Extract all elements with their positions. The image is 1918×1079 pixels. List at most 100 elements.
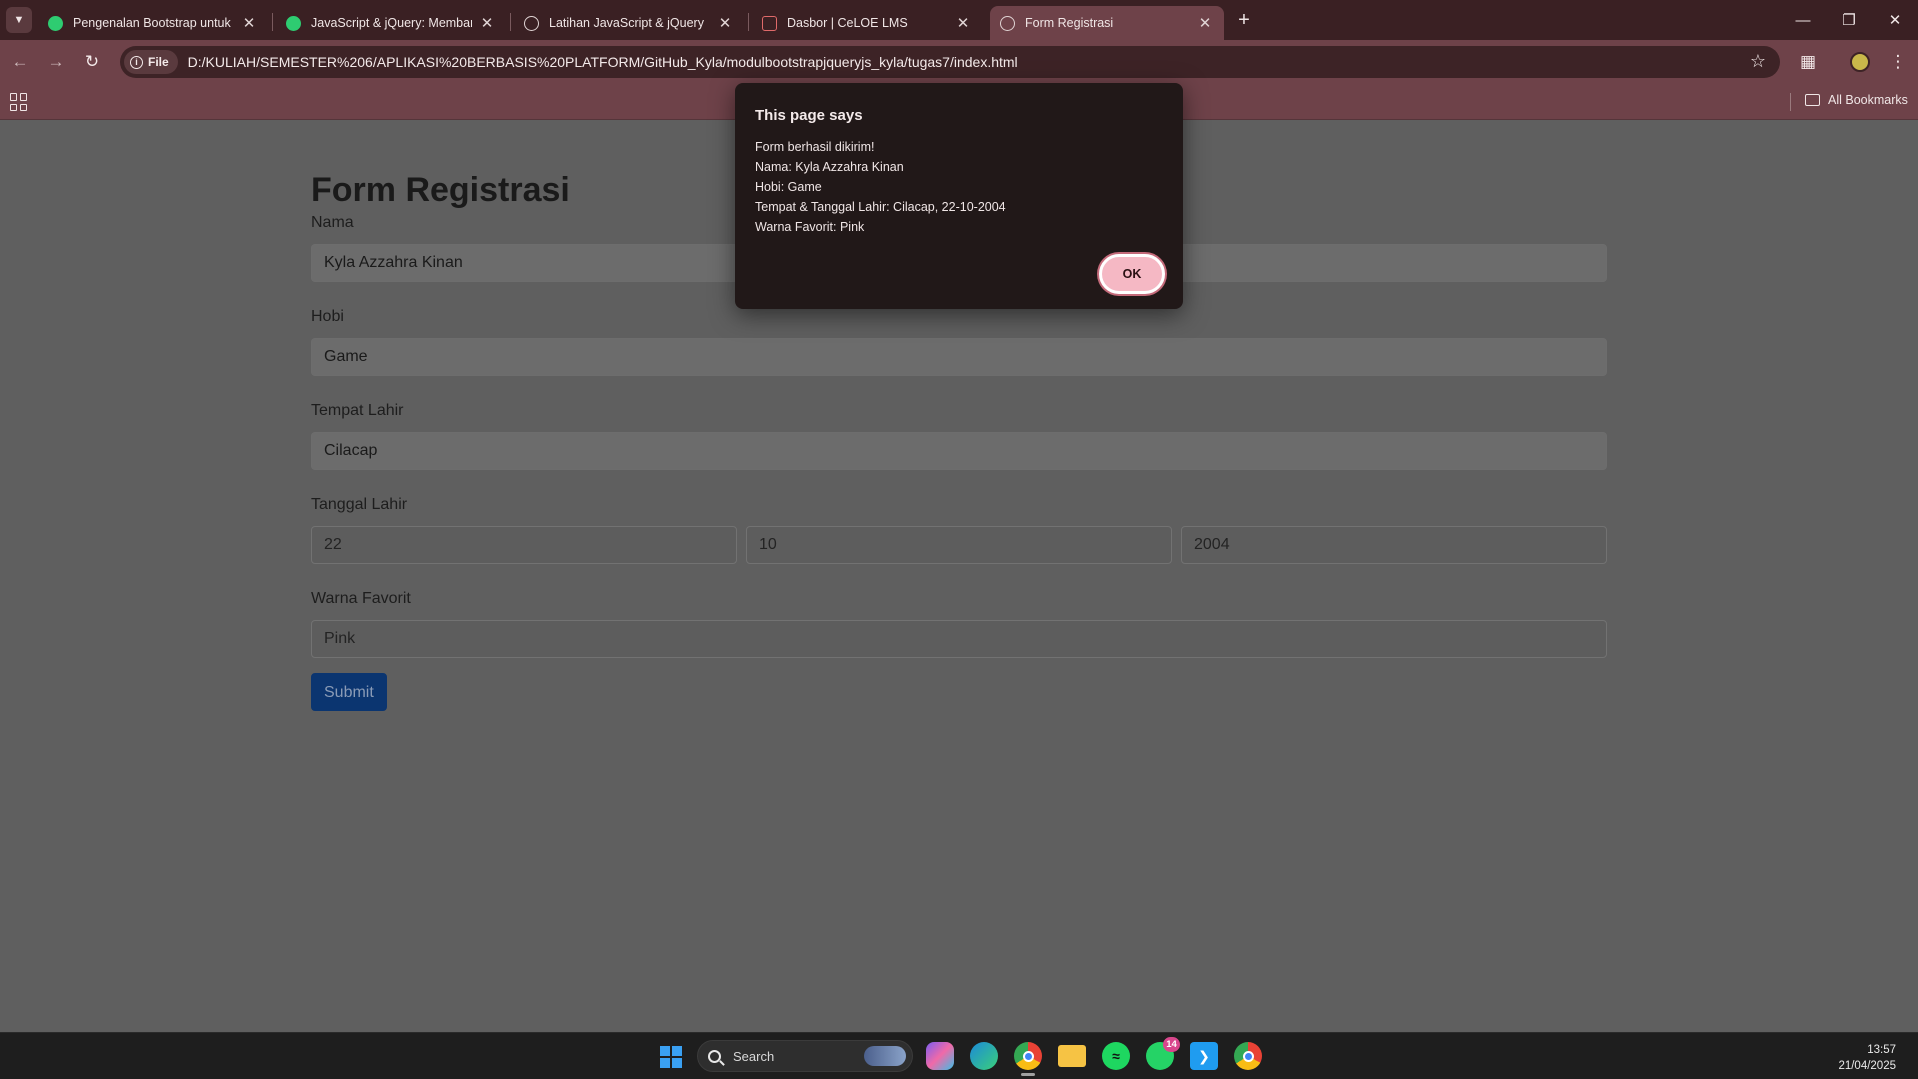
new-tab-button[interactable]: + <box>1232 8 1256 32</box>
alert-line: Nama: Kyla Azzahra Kinan <box>755 160 904 174</box>
tab-search-button[interactable]: ▼ <box>6 7 32 33</box>
spotify-waves-icon: ≈ <box>1112 1048 1120 1064</box>
extensions-button[interactable]: ▦ <box>1794 48 1822 76</box>
windows-taskbar: Search ≈ 14 ❯ 13:57 21/04/2025 <box>0 1032 1918 1079</box>
info-icon: i <box>130 55 143 69</box>
bootstrap-green-icon <box>48 15 63 31</box>
back-button[interactable]: ← <box>6 48 34 76</box>
alert-line: Warna Favorit: Pink <box>755 220 865 234</box>
more-vertical-icon: ⋮ <box>1889 52 1907 71</box>
tab-celoe-lms[interactable]: Dasbor | CeLOE LMS ✕ <box>752 6 982 40</box>
edge-icon[interactable] <box>970 1042 998 1070</box>
warna-favorit-input[interactable]: Pink <box>311 620 1607 658</box>
close-icon[interactable]: ✕ <box>1196 14 1214 32</box>
hobi-group: Hobi Game <box>311 305 1607 376</box>
restore-icon: ❐ <box>1842 12 1856 29</box>
alert-message: Form berhasil dikirim! Nama: Kyla Azzahr… <box>755 137 1006 237</box>
hobi-input[interactable]: Game <box>311 338 1607 376</box>
chrome-center-icon <box>1022 1050 1034 1062</box>
submit-button[interactable]: Submit <box>311 673 387 711</box>
tab-divider <box>748 13 749 31</box>
alert-line: Tempat & Tanggal Lahir: Cilacap, 22-10-2… <box>755 200 1006 214</box>
notification-badge: 14 <box>1163 1037 1180 1052</box>
browser-toolbar: ← → ↻ i File D:/KULIAH/SEMESTER%206/APLI… <box>0 40 1918 84</box>
tab-title: JavaScript & jQuery: Membang <box>311 16 472 30</box>
all-bookmarks-button[interactable]: All Bookmarks <box>1805 93 1908 107</box>
close-icon: ✕ <box>1888 12 1902 29</box>
globe-icon <box>524 15 539 31</box>
tab-title: Latihan JavaScript & jQuery <box>549 16 704 30</box>
menu-button[interactable]: ⋮ <box>1884 48 1912 76</box>
all-bookmarks-label: All Bookmarks <box>1828 93 1908 107</box>
bookmark-star-icon[interactable]: ☆ <box>1750 51 1766 72</box>
file-chip-label: File <box>148 55 169 69</box>
arrow-left-icon: ← <box>11 52 29 71</box>
close-icon[interactable]: ✕ <box>954 14 972 32</box>
close-window-button[interactable]: ✕ <box>1872 0 1918 40</box>
month-input[interactable]: 10 <box>746 526 1172 564</box>
day-input[interactable]: 22 <box>311 526 737 564</box>
spotify-icon[interactable]: ≈ <box>1102 1042 1130 1070</box>
chrome-center-icon <box>1242 1050 1254 1062</box>
chevron-down-icon: ▼ <box>13 14 25 26</box>
arrow-right-icon: → <box>47 52 65 71</box>
alert-line: Hobi: Game <box>755 180 822 194</box>
tab-bootstrap-intro[interactable]: Pengenalan Bootstrap untuk W ✕ <box>38 6 268 40</box>
tempat-lahir-label: Tempat Lahir <box>311 402 404 419</box>
ok-button[interactable]: OK <box>1099 254 1165 294</box>
copilot-icon[interactable] <box>926 1042 954 1070</box>
system-clock[interactable]: 13:57 21/04/2025 <box>1838 1042 1896 1074</box>
date-inputs: 22 10 2004 <box>311 526 1607 564</box>
taskbar-search[interactable]: Search <box>697 1040 913 1072</box>
tab-title: Form Registrasi <box>1025 16 1114 30</box>
alert-dialog: This page says Form berhasil dikirim! Na… <box>735 83 1183 309</box>
tanggal-lahir-label: Tanggal Lahir <box>311 496 408 513</box>
reload-icon: ↻ <box>84 52 100 71</box>
warna-favorit-label: Warna Favorit <box>311 590 411 607</box>
vscode-icon[interactable]: ❯ <box>1190 1042 1218 1070</box>
tab-divider <box>272 13 273 31</box>
tanggal-lahir-group: Tanggal Lahir 22 10 2004 <box>311 493 1607 564</box>
search-placeholder: Search <box>733 1048 775 1064</box>
close-icon[interactable]: ✕ <box>716 14 734 32</box>
tab-javascript-jquery[interactable]: JavaScript & jQuery: Membang ✕ <box>276 6 506 40</box>
profile-button[interactable] <box>1846 48 1874 76</box>
address-bar[interactable]: i File D:/KULIAH/SEMESTER%206/APLIKASI%2… <box>120 46 1780 78</box>
folder-icon <box>1805 94 1820 106</box>
alert-title: This page says <box>755 107 863 124</box>
tab-title: Pengenalan Bootstrap untuk W <box>73 16 234 30</box>
chrome-icon[interactable] <box>1014 1042 1042 1076</box>
plus-icon: + <box>1238 8 1250 31</box>
minimize-button[interactable]: — <box>1780 0 1826 40</box>
url-text[interactable]: D:/KULIAH/SEMESTER%206/APLIKASI%20BERBAS… <box>188 54 1018 70</box>
tempat-lahir-group: Tempat Lahir Cilacap <box>311 399 1607 470</box>
site-info-chip[interactable]: i File <box>124 50 178 74</box>
reload-button[interactable]: ↻ <box>78 48 106 76</box>
celoe-icon <box>762 15 777 31</box>
tab-latihan-javascript[interactable]: Latihan JavaScript & jQuery ✕ <box>514 6 744 40</box>
forward-button[interactable]: → <box>42 48 70 76</box>
clock-time: 13:57 <box>1867 1044 1896 1056</box>
search-icon <box>708 1049 721 1063</box>
alert-line: Form berhasil dikirim! <box>755 140 875 154</box>
globe-icon <box>1000 15 1015 31</box>
close-icon[interactable]: ✕ <box>240 14 258 32</box>
close-icon[interactable]: ✕ <box>478 14 496 32</box>
file-explorer-icon[interactable] <box>1058 1045 1086 1067</box>
tab-form-registrasi[interactable]: Form Registrasi ✕ <box>990 6 1224 40</box>
tab-divider <box>510 13 511 31</box>
restore-button[interactable]: ❐ <box>1826 0 1872 40</box>
search-highlight-icon <box>864 1046 906 1066</box>
windows-start-icon[interactable] <box>660 1046 682 1068</box>
tempat-lahir-input[interactable]: Cilacap <box>311 432 1607 470</box>
avatar <box>1850 52 1870 72</box>
warna-favorit-group: Warna Favorit Pink <box>311 587 1607 658</box>
year-input[interactable]: 2004 <box>1181 526 1607 564</box>
whatsapp-icon[interactable]: 14 <box>1146 1037 1180 1070</box>
browser-tab-strip: ▼ Pengenalan Bootstrap untuk W ✕ JavaScr… <box>0 0 1918 40</box>
vscode-chevron-icon: ❯ <box>1198 1047 1210 1064</box>
apps-grid-icon[interactable] <box>10 93 28 111</box>
tab-title: Dasbor | CeLOE LMS <box>787 16 908 30</box>
bootstrap-green-icon <box>286 15 301 31</box>
chrome-profile-icon[interactable] <box>1234 1042 1262 1070</box>
